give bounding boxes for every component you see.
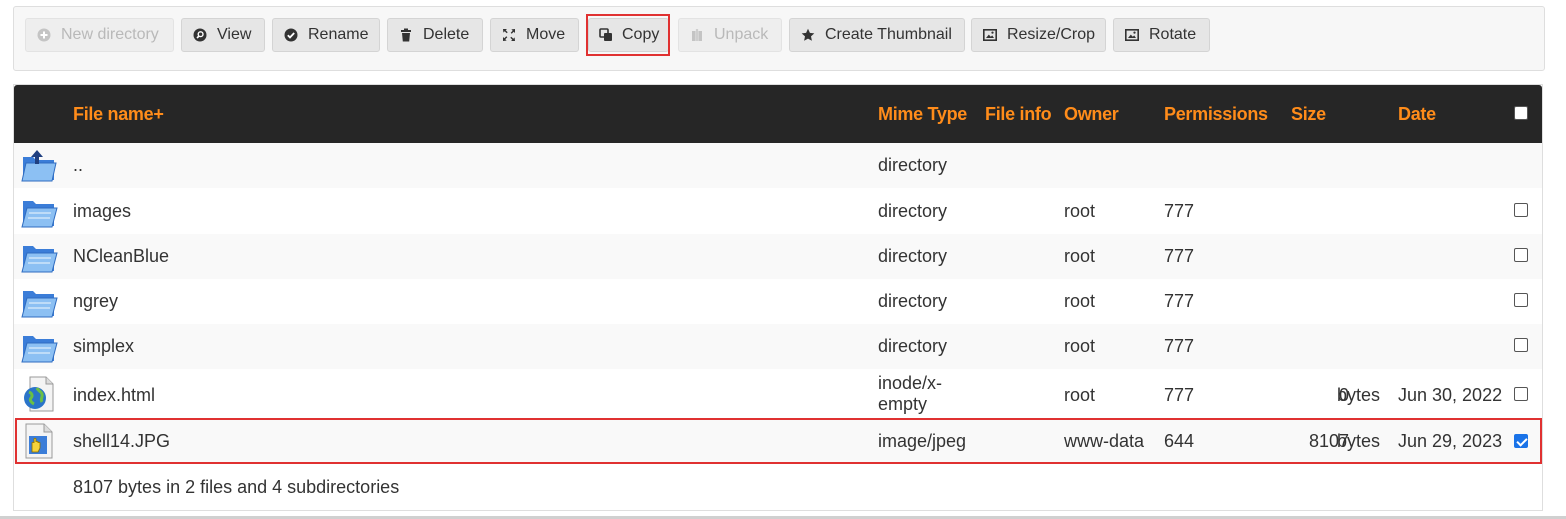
row-checkbox[interactable] [1514,203,1528,217]
star-icon [800,27,816,43]
new-directory-button[interactable]: New directory [25,18,174,52]
rotate-button[interactable]: Rotate [1113,18,1210,52]
permissions: 777 [1164,385,1195,405]
mime-type: inode/x- empty [878,373,942,415]
mime-type: directory [878,155,948,175]
size-unit: bytes [1337,385,1381,405]
rotate-label: Rotate [1149,26,1197,43]
parent-folder-icon [20,147,58,185]
image-icon [1124,27,1140,43]
row-checkbox[interactable] [1514,248,1528,262]
select-all-checkbox[interactable] [1514,106,1528,120]
file-name[interactable]: ngrey [73,291,118,312]
table-row[interactable]: shell14.JPG image/jpeg www-data 644 8107… [14,419,1542,463]
owner: root [1064,246,1096,266]
unpack-label: Unpack [714,26,769,43]
owner: root [1064,385,1096,405]
copy-button[interactable]: Copy [588,18,669,52]
owner: root [1064,336,1096,356]
permissions: 777 [1164,336,1195,356]
col-mime-type[interactable]: Mime Type [878,104,967,125]
copy-label: Copy [622,26,660,43]
image-icon [982,27,998,43]
move-arrows-icon [501,27,517,43]
delete-button[interactable]: Delete [387,18,483,52]
mime-type: directory [878,201,948,221]
delete-label: Delete [423,26,470,43]
date: Jun 30, 2022 [1398,385,1503,405]
row-checkbox-checked[interactable] [1514,434,1528,448]
folder-icon [20,193,58,231]
table-row[interactable]: ngrey directory root 777 [14,279,1542,324]
file-name[interactable]: images [73,201,131,222]
view-button[interactable]: View [181,18,265,52]
mime-type-line2: empty [878,394,928,414]
col-file-info[interactable]: File info [985,104,1052,125]
table-row[interactable]: NCleanBlue directory root 777 [14,234,1542,279]
move-button[interactable]: Move [490,18,579,52]
table-header: File name+ Mime Type File info Owner Per… [14,85,1542,143]
folder-icon [20,283,58,321]
view-label: View [217,26,252,43]
size-unit: bytes [1337,431,1381,451]
mime-type: directory [878,246,948,266]
new-directory-label: New directory [61,26,159,43]
mime-type: directory [878,336,948,356]
row-checkbox[interactable] [1514,293,1528,307]
col-size[interactable]: Size [1291,104,1326,125]
check-circle-icon [283,27,299,43]
row-checkbox[interactable] [1514,387,1528,401]
folder-icon [20,238,58,276]
copy-icon [599,27,613,43]
plus-circle-icon [36,27,52,43]
resize-crop-label: Resize/Crop [1006,26,1095,43]
owner: www-data [1064,431,1145,451]
archive-icon [689,27,705,43]
file-table: File name+ Mime Type File info Owner Per… [13,84,1543,511]
col-date[interactable]: Date [1398,104,1436,125]
permissions: 777 [1164,291,1195,311]
owner: root [1064,291,1096,311]
mime-type-line1: inode/x- [878,373,943,393]
table-row[interactable]: simplex directory root 777 [14,324,1542,369]
toolbar: New directory View Rename Delete Move Co… [13,6,1545,71]
file-name[interactable]: .. [73,155,83,176]
table-row[interactable]: .. directory [14,143,1542,188]
permissions: 777 [1164,246,1195,266]
create-thumbnail-label: Create Thumbnail [825,26,952,43]
trash-icon [398,27,414,43]
move-label: Move [526,26,566,43]
file-name[interactable]: NCleanBlue [73,246,169,267]
web-file-icon [20,375,58,413]
mime-type: directory [878,291,948,311]
resize-crop-button[interactable]: Resize/Crop [971,18,1106,52]
table-row[interactable]: index.html inode/x- empty root 777 0 byt… [14,369,1542,419]
create-thumbnail-button[interactable]: Create Thumbnail [789,18,965,52]
table-row[interactable]: images directory root 777 [14,189,1542,234]
permissions: 644 [1164,431,1195,451]
file-name[interactable]: shell14.JPG [73,431,170,452]
file-name[interactable]: simplex [73,336,134,357]
folder-icon [20,328,58,366]
rename-label: Rename [308,26,369,43]
rename-button[interactable]: Rename [272,18,380,52]
unpack-button[interactable]: Unpack [678,18,782,52]
col-permissions[interactable]: Permissions [1164,104,1268,125]
image-file-icon [20,422,58,460]
table-footer-summary: 8107 bytes in 2 files and 4 subdirectori… [73,477,400,497]
col-file-name[interactable]: File name+ [73,104,164,125]
row-checkbox[interactable] [1514,338,1528,352]
owner: root [1064,201,1096,221]
file-name[interactable]: index.html [73,385,155,406]
permissions: 777 [1164,201,1195,221]
col-owner[interactable]: Owner [1064,104,1119,125]
magnifier-icon [192,27,208,43]
mime-type: image/jpeg [878,431,967,451]
date: Jun 29, 2023 [1398,431,1503,451]
